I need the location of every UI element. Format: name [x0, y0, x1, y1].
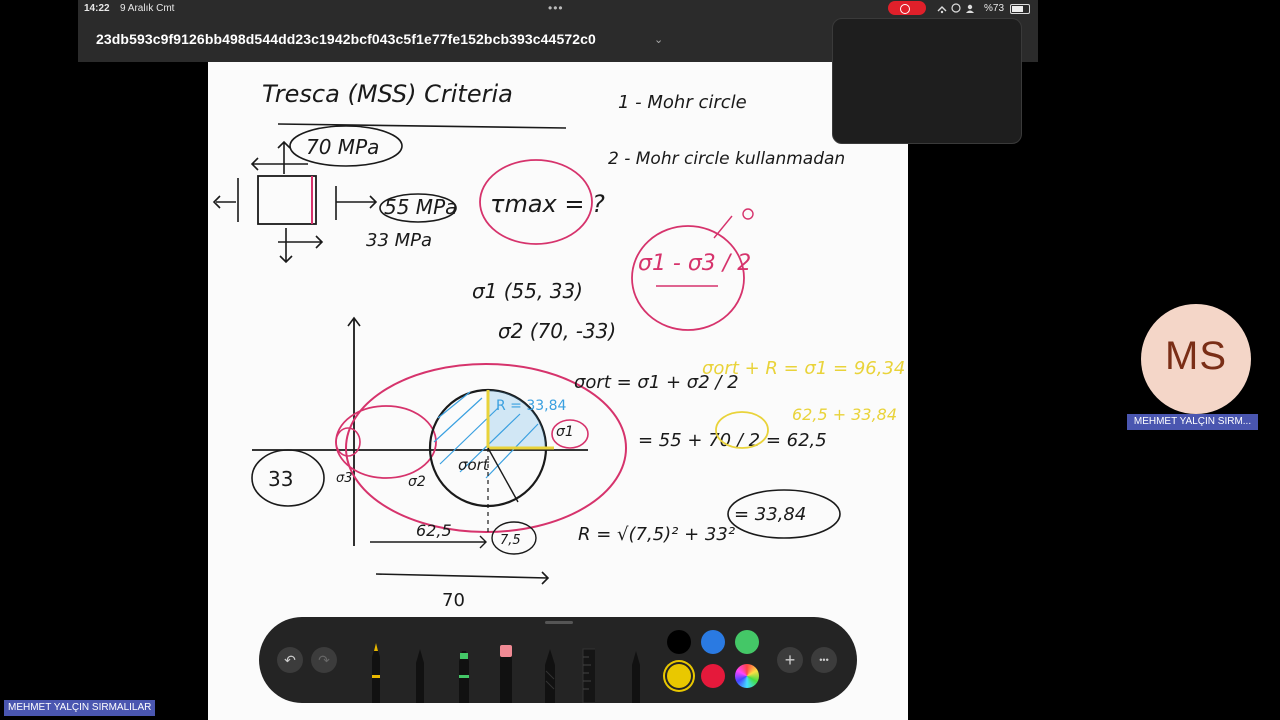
status-time: 14:22 — [84, 3, 110, 14]
axis-70: 70 — [442, 590, 465, 611]
point-2: σ2 (70, -33) — [498, 319, 616, 343]
battery-percent: %73 — [984, 3, 1005, 14]
radius-result: = 33,84 — [734, 504, 806, 525]
eraser-tool[interactable] — [498, 643, 512, 703]
status-icons — [934, 2, 980, 17]
sigma-ort-label: σort — [458, 456, 490, 474]
color-black-swatch[interactable] — [667, 630, 691, 654]
battery-icon — [1010, 4, 1030, 14]
marker-tool-black[interactable] — [413, 645, 427, 703]
rotation-lock-icon — [951, 3, 961, 13]
shear-stress: 33 MPa — [366, 230, 432, 251]
pencil-tool[interactable] — [542, 645, 556, 703]
axis-7-5: 7,5 — [500, 533, 521, 548]
sigma-1-calc: 62,5 + 33,84 — [792, 405, 897, 424]
color-picker-icon[interactable] — [735, 664, 759, 688]
document-title[interactable]: 23db593c9f9126bb498d544dd23c1942bcf043c5… — [96, 31, 596, 47]
axis-62-5: 62,5 — [416, 521, 452, 540]
wifi-icon — [937, 3, 974, 14]
highlighter-tool-green[interactable] — [456, 645, 470, 703]
avatar[interactable]: MS — [1141, 304, 1251, 414]
more-options-button[interactable]: ••• — [811, 647, 837, 673]
sigma-1-label: σ1 — [556, 424, 574, 440]
status-bar: 14:22 9 Aralık Cmt ••• %73 — [78, 0, 1038, 18]
self-video-tile[interactable] — [832, 18, 1022, 144]
screen-recording-indicator[interactable] — [888, 1, 926, 15]
color-yellow-swatch-selected[interactable] — [667, 664, 691, 688]
stress-x: 70 MPa — [306, 135, 379, 159]
tau-max-question: τmax = ? — [490, 190, 605, 218]
drawing-toolbar: ↶ ↷ + ••• — [259, 617, 857, 703]
sigma-1-equation: σort + R = σ1 = 96,34 MPa — [702, 358, 908, 379]
axis-33: 33 — [268, 467, 293, 491]
color-blue-swatch[interactable] — [701, 630, 725, 654]
point-1: σ1 (55, 33) — [472, 279, 583, 303]
pen-tool-yellow[interactable] — [369, 631, 383, 703]
toolbar-handle[interactable] — [545, 621, 573, 624]
status-date: 9 Aralık Cmt — [120, 3, 175, 14]
color-red-swatch[interactable] — [701, 664, 725, 688]
sigma-3-label: σ3 — [336, 471, 353, 486]
avatar-initials: MS — [1165, 334, 1227, 378]
self-name-tag: MEHMET YALÇIN SIRMALILAR — [4, 700, 156, 716]
method-1: 1 - Mohr circle — [618, 92, 747, 113]
method-2: 2 - Mohr circle kullanmadan — [608, 149, 845, 169]
redo-button[interactable]: ↷ — [311, 647, 337, 673]
add-tool-button[interactable]: + — [777, 647, 803, 673]
radius-label: R = 33,84 — [496, 398, 567, 414]
undo-button[interactable]: ↶ — [277, 647, 303, 673]
sigma-2-label: σ2 — [408, 474, 426, 490]
tresca-formula: σ1 - σ3 / 2 — [638, 251, 751, 276]
participant-name-tag: MEHMET YALÇIN SIRM... — [1127, 414, 1258, 430]
sigma-ort-calc: = 55 + 70 / 2 = 62,5 — [638, 430, 827, 451]
radius-formula: R = √(7,5)² + 33² — [578, 524, 735, 545]
color-green-swatch[interactable] — [735, 630, 759, 654]
record-icon — [900, 4, 910, 14]
notes-heading: Tresca (MSS) Criteria — [262, 80, 513, 108]
ruler-tool[interactable] — [581, 645, 595, 703]
stress-y: 55 MPa — [384, 195, 457, 219]
chevron-down-icon[interactable]: ⌄ — [654, 33, 663, 46]
fountain-pen-tool[interactable] — [629, 645, 643, 703]
multitask-dots-icon[interactable]: ••• — [548, 1, 564, 15]
